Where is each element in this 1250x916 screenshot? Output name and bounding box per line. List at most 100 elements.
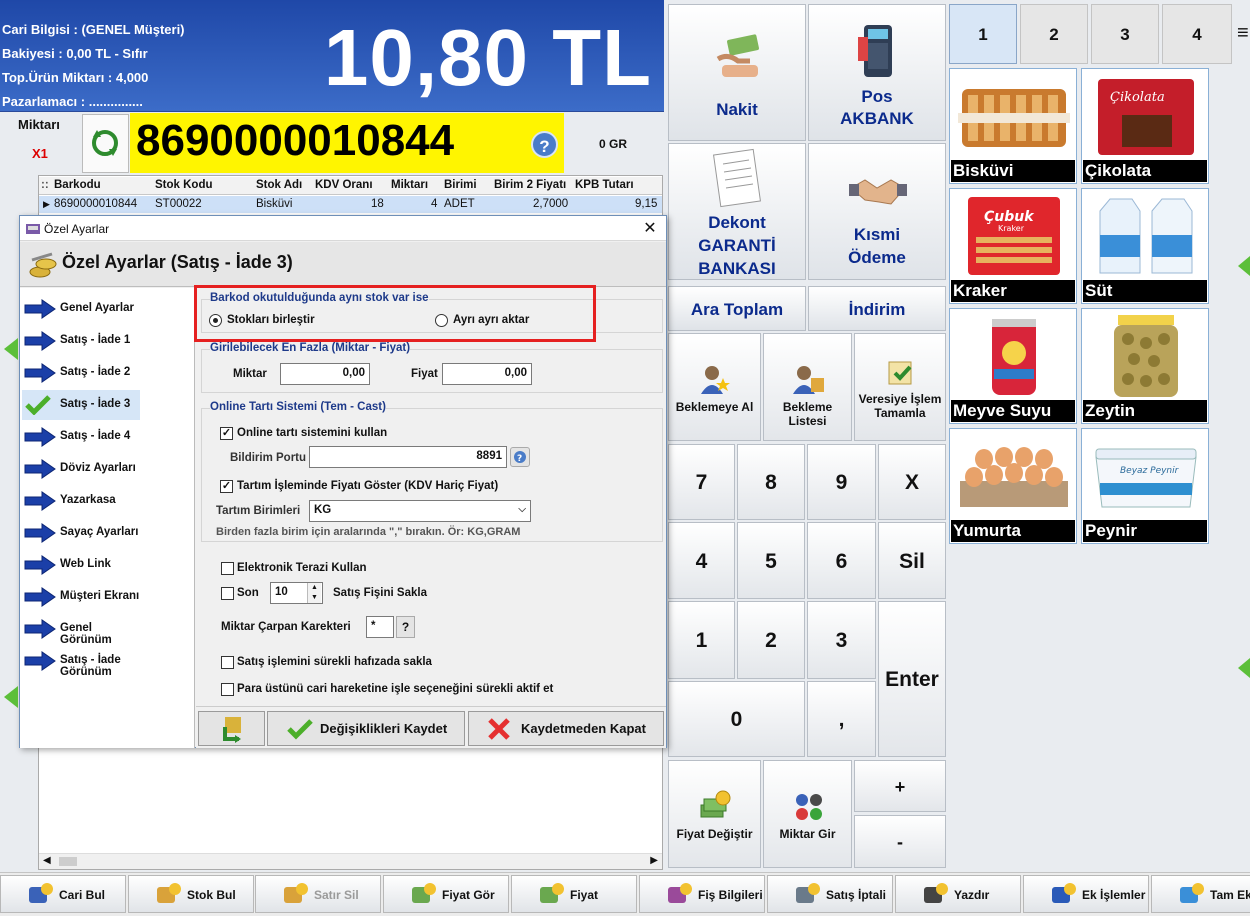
online-scale-checkbox[interactable]: ✓ — [220, 427, 233, 440]
pos-akbank-button[interactable]: Pos AKBANK — [808, 4, 946, 141]
sidebar-item-4[interactable]: Satış - İade 3 — [22, 390, 140, 420]
plus-button[interactable]: + — [854, 760, 946, 812]
key-2[interactable]: 2 — [737, 601, 805, 679]
product-tile-biscuit[interactable]: Bisküvi — [949, 68, 1077, 184]
toolbar-button-8[interactable]: Yazdır — [895, 875, 1021, 913]
col-unit[interactable]: Birimi — [444, 179, 477, 191]
barcode-display[interactable]: 8690000010844 — [130, 113, 564, 173]
toolbar-button-1[interactable]: Cari Bul — [0, 875, 126, 913]
show-price-checkbox[interactable]: ✓ — [220, 480, 233, 493]
change-option-checkbox[interactable] — [221, 683, 234, 696]
keep-memory-checkbox[interactable] — [221, 656, 234, 669]
sidebar-item-1[interactable]: Genel Ayarlar — [22, 294, 140, 324]
product-tile-cracker[interactable]: Çubuk Kraker Kraker — [949, 188, 1077, 304]
key-7[interactable]: 7 — [668, 444, 735, 520]
partial-payment-button[interactable]: Kısmi Ödeme — [808, 143, 946, 280]
electronic-scale-checkbox[interactable] — [221, 562, 234, 575]
next-page-icon[interactable] — [1238, 256, 1250, 276]
port-input[interactable]: 8891 — [309, 446, 507, 468]
minus-button[interactable]: - — [854, 815, 946, 868]
product-tile-egg[interactable]: Yumurta — [949, 428, 1077, 544]
col-quantity[interactable]: Miktarı — [391, 179, 428, 191]
sidebar-item-6[interactable]: Döviz Ayarları — [22, 454, 140, 484]
col-kpb-total[interactable]: KPB Tutarı — [575, 179, 634, 191]
table-row[interactable]: ▶ 8690000010844 ST00022 Bisküvi 18 4 ADE… — [39, 196, 662, 213]
scroll-left-icon[interactable]: ◀ — [43, 855, 51, 866]
toolbar-button-4[interactable]: Fiyat Gör — [383, 875, 509, 913]
quantity-enter-button[interactable]: Miktar Gir — [763, 760, 852, 868]
toolbar-button-5[interactable]: Fiyat — [511, 875, 637, 913]
sidebar-item-2[interactable]: Satış - İade 1 — [22, 326, 140, 356]
cash-button[interactable]: Nakit — [668, 4, 806, 141]
toolbar-button-10[interactable]: Tam Ekran — [1151, 875, 1250, 913]
toolbar-button-7[interactable]: Satış İptali — [767, 875, 893, 913]
col-vat[interactable]: KDV Oranı — [315, 179, 373, 191]
refresh-button[interactable] — [82, 114, 129, 173]
hold-button[interactable]: Beklemeye Al — [668, 333, 761, 441]
discount-button[interactable]: İndirim — [808, 286, 946, 331]
col-barcode[interactable]: Barkodu — [54, 179, 101, 191]
units-select[interactable]: KG ⌵ — [309, 500, 531, 522]
toolbar-button-2[interactable]: Stok Bul — [128, 875, 254, 913]
product-tile-chocolate[interactable]: Çikolata Çikolata — [1081, 68, 1209, 184]
max-price-input[interactable]: 0,00 — [442, 363, 532, 385]
key-comma[interactable]: , — [807, 681, 876, 757]
product-tile-juice[interactable]: Meyve Suyu — [949, 308, 1077, 424]
hold-list-button[interactable]: Bekleme Listesi — [763, 333, 852, 441]
next-page-icon-2[interactable] — [1238, 658, 1250, 678]
key-8[interactable]: 8 — [737, 444, 805, 520]
enter-button[interactable]: Enter — [878, 601, 946, 757]
horizontal-scrollbar[interactable]: ◀ ▶ — [39, 853, 662, 869]
close-icon[interactable]: ✕ — [640, 218, 660, 238]
key-6[interactable]: 6 — [807, 522, 876, 599]
credit-complete-button[interactable]: Veresiye İşlem Tamamla — [854, 333, 946, 441]
scroll-thumb[interactable] — [59, 857, 77, 866]
keep-receipt-checkbox[interactable] — [221, 587, 234, 600]
receipt-count-stepper[interactable]: 10 ▲ ▼ — [270, 582, 323, 604]
multiplier-input[interactable]: * — [366, 616, 394, 638]
save-changes-button[interactable]: Değişiklikleri Kaydet — [267, 711, 465, 746]
max-qty-input[interactable]: 0,00 — [280, 363, 370, 385]
product-tile-olive[interactable]: Zeytin — [1081, 308, 1209, 424]
export-button[interactable] — [198, 711, 265, 746]
stepper-arrows-icon[interactable]: ▲ ▼ — [307, 583, 321, 603]
help-button[interactable]: ? — [531, 131, 558, 158]
key-9[interactable]: 9 — [807, 444, 876, 520]
subtotal-button[interactable]: Ara Toplam — [668, 286, 806, 331]
sidebar-item-5[interactable]: Satış - İade 4 — [22, 422, 140, 452]
col-stock-code[interactable]: Stok Kodu — [155, 179, 213, 191]
menu-icon[interactable]: ≡ — [1237, 22, 1249, 45]
col-stock-name[interactable]: Stok Adı — [256, 179, 302, 191]
page-tab-3[interactable]: 3 — [1091, 4, 1159, 64]
key-5[interactable]: 5 — [737, 522, 805, 599]
port-help-button[interactable]: ? — [510, 447, 530, 467]
page-tab-1[interactable]: 1 — [949, 4, 1017, 64]
sidebar-item-3[interactable]: Satış - İade 2 — [22, 358, 140, 388]
sidebar-item-7[interactable]: Yazarkasa — [22, 486, 140, 516]
col-unit2-price[interactable]: Birim 2 Fiyatı — [494, 179, 566, 191]
left-arrow-icon[interactable] — [4, 338, 18, 360]
product-tile-milk[interactable]: Süt — [1081, 188, 1209, 304]
close-without-save-button[interactable]: Kaydetmeden Kapat — [468, 711, 664, 746]
page-tab-4[interactable]: 4 — [1162, 4, 1232, 64]
multiplier-help-button[interactable]: ? — [396, 616, 415, 638]
product-tile-cheese[interactable]: Beyaz Peynir Peynir — [1081, 428, 1209, 544]
sidebar-item-12[interactable]: Satış - İade Görünüm — [22, 646, 140, 678]
sidebar-item-11[interactable]: Genel Görünüm — [22, 614, 140, 646]
key-3[interactable]: 3 — [807, 601, 876, 679]
key-4[interactable]: 4 — [668, 522, 735, 599]
price-change-button[interactable]: Fiyat Değiştir — [668, 760, 761, 868]
delete-button[interactable]: Sil — [878, 522, 946, 599]
dekont-garanti-button[interactable]: Dekont GARANTİ BANKASI — [668, 143, 806, 280]
key-0[interactable]: 0 — [668, 681, 805, 757]
left-arrow-icon-2[interactable] — [4, 686, 18, 708]
toolbar-button-3[interactable]: Satır Sil — [255, 875, 381, 913]
scroll-right-icon[interactable]: ▶ — [650, 855, 658, 866]
toolbar-button-6[interactable]: Fiş Bilgileri — [639, 875, 765, 913]
key-1[interactable]: 1 — [668, 601, 735, 679]
key-x[interactable]: X — [878, 444, 946, 520]
toolbar-button-9[interactable]: Ek İşlemler — [1023, 875, 1149, 913]
page-tab-2[interactable]: 2 — [1020, 4, 1088, 64]
sidebar-item-8[interactable]: Sayaç Ayarları — [22, 518, 140, 548]
sidebar-item-10[interactable]: Müşteri Ekranı — [22, 582, 140, 612]
